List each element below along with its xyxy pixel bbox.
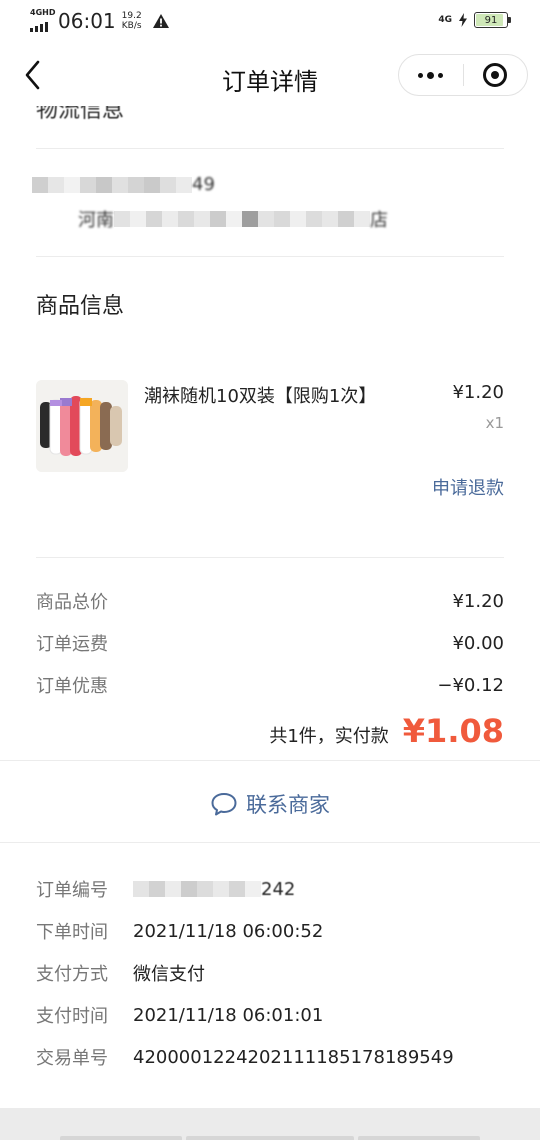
network-type-right: 4G (438, 15, 452, 25)
order-info-label: 交易单号 (36, 1048, 108, 1069)
chat-bubble-icon (211, 793, 237, 816)
order-time-row: 下单时间 2021/11/18 06:00:52 (36, 916, 504, 946)
charging-icon (459, 13, 467, 27)
goods-section-title: 商品信息 (36, 294, 125, 319)
order-info-value: 2021/11/18 06:00:52 (133, 920, 324, 942)
divider (0, 842, 540, 843)
battery-icon: 91 (474, 12, 511, 28)
product-price: ¥1.20 (452, 382, 504, 403)
product-thumbnail[interactable] (36, 380, 128, 472)
divider (36, 148, 504, 149)
summary-value: ¥1.20 (452, 590, 504, 612)
logistics-title: 物流信息 (36, 106, 125, 123)
divider (0, 760, 540, 761)
order-info-label: 支付时间 (36, 1006, 108, 1027)
payment-time-row: 支付时间 2021/11/18 06:01:01 (36, 1000, 504, 1030)
transaction-number-row: 交易单号 4200001224202111185178189549 (36, 1042, 504, 1072)
divider (36, 256, 504, 257)
summary-label: 订单优惠 (36, 676, 108, 697)
total-paid-label: 共1件，实付款 (269, 726, 389, 747)
summary-row-shipping: 订单运费 ¥0.00 (36, 628, 504, 658)
network-speed-unit: KB/s (121, 21, 142, 31)
request-refund-button[interactable]: 申请退款 (432, 474, 504, 500)
order-number-suffix: 242 (261, 878, 296, 900)
summary-label: 订单运费 (36, 634, 108, 655)
order-number-row: 订单编号 242 (36, 874, 504, 904)
bottom-button[interactable] (358, 1136, 480, 1140)
bottom-button[interactable] (60, 1136, 182, 1140)
logistics-contact-line: 49 (32, 174, 215, 195)
status-time: 06:01 (58, 9, 116, 33)
pixelated-contact (32, 176, 192, 193)
total-paid-row: 共1件，实付款 ¥1.08 (269, 712, 504, 750)
logistics-contact-suffix: 49 (192, 174, 215, 195)
more-menu-icon[interactable] (399, 71, 463, 79)
contact-merchant-button[interactable]: 联系商家 (0, 784, 540, 824)
logistics-address-prefix: 河南 (78, 210, 114, 231)
summary-row-goods-total: 商品总价 ¥1.20 (36, 586, 504, 616)
nav-bar: 订单详情 (0, 44, 540, 106)
status-bar: 4GHD 06:01 19.2 KB/s 4G 91 (0, 0, 540, 44)
logistics-address-line: 河南 店 (78, 206, 388, 232)
warning-icon (152, 14, 169, 28)
close-miniprogram-button[interactable] (464, 63, 528, 87)
network-speed: 19.2 KB/s (122, 11, 142, 31)
payment-method-row: 支付方式 微信支付 (36, 958, 504, 988)
divider (36, 557, 504, 558)
miniprogram-capsule (398, 54, 528, 96)
summary-label: 商品总价 (36, 592, 108, 613)
product-quantity: x1 (485, 414, 504, 432)
signal-icon: 4GHD (30, 8, 56, 32)
order-info-label: 支付方式 (36, 964, 108, 985)
network-type-label: 4GHD (30, 8, 56, 17)
order-info-value: 2021/11/18 06:01:01 (133, 1004, 324, 1026)
target-icon (483, 63, 508, 87)
contact-merchant-label: 联系商家 (246, 793, 330, 817)
network-speed-value: 19.2 (121, 11, 142, 21)
order-info-value: 4200001224202111185178189549 (133, 1046, 454, 1068)
bottom-action-area (0, 1108, 540, 1140)
pixelated-address (114, 211, 370, 227)
order-info-value: 微信支付 (133, 964, 205, 985)
logistics-address-suffix: 店 (370, 210, 388, 231)
summary-value: ¥0.00 (452, 632, 504, 654)
total-paid-amount: ¥1.08 (402, 712, 504, 750)
summary-row-discount: 订单优惠 −¥0.12 (36, 670, 504, 700)
product-name[interactable]: 潮袜随机10双装【限购1次】 (144, 382, 376, 408)
order-number-label: 订单编号 (36, 880, 108, 901)
battery-level: 91 (484, 14, 498, 26)
order-info-label: 下单时间 (36, 922, 108, 943)
bottom-button[interactable] (186, 1136, 354, 1140)
summary-value: −¥0.12 (437, 674, 504, 696)
pixelated-order-number (133, 881, 261, 897)
